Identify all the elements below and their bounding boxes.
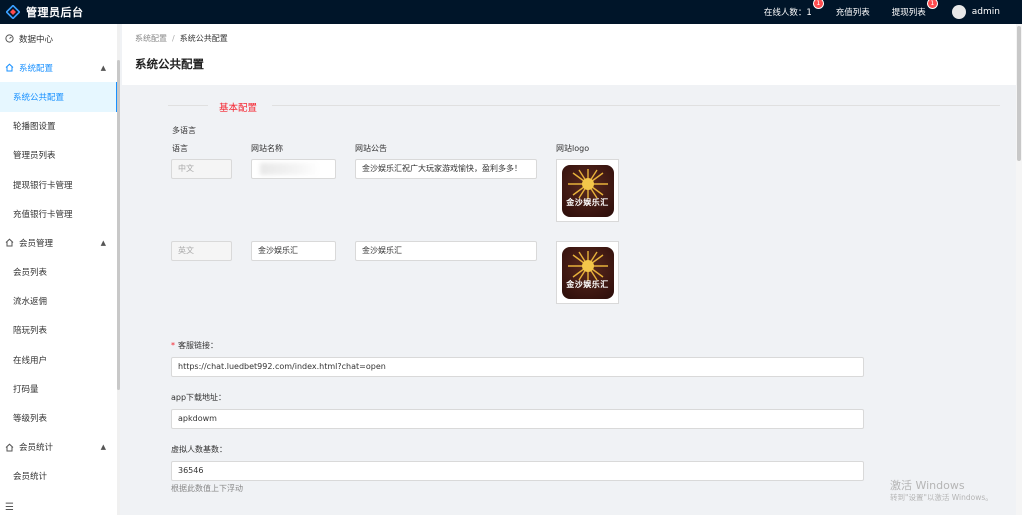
col-notice-header: 网站公告: [355, 144, 387, 153]
chevron-up-icon: ▲: [100, 238, 106, 247]
chevron-up-icon: ▲: [100, 63, 106, 72]
home-icon: [5, 63, 14, 72]
sidebar-item-label: 等级列表: [13, 414, 48, 425]
logo-icon: [6, 5, 20, 19]
sidebar-scrollbar-thumb[interactable]: [117, 60, 120, 390]
online-count[interactable]: 在线人数：1 1: [763, 0, 823, 18]
menu-fold-icon[interactable]: ☰: [5, 502, 14, 513]
breadcrumb-separator: /: [172, 34, 175, 43]
section-divider: [168, 105, 208, 106]
recharge-list-label: 充值列表: [835, 8, 870, 18]
sidebar-item-label: 陪玩列表: [13, 326, 48, 337]
activation-watermark-text: 转到"设置"以激活 Windows。: [890, 493, 993, 502]
site-name-input[interactable]: 金沙娱乐汇: [251, 241, 336, 261]
sidebar-item-data-center[interactable]: 数据中心: [0, 24, 118, 53]
sidebar-item-label: 系统配置: [19, 63, 54, 74]
site-notice-input[interactable]: 金沙娱乐汇祝广大玩家游戏愉快，盈利多多！: [355, 159, 537, 179]
sidebar-group-member-management[interactable]: 会员管理 ▲: [0, 228, 118, 257]
language-field: 中文: [171, 159, 232, 179]
sidebar-item-member-stats[interactable]: 会员统计: [0, 462, 118, 491]
sidebar-item-label: 会员管理: [19, 238, 54, 249]
online-count-label: 在线人数：1: [763, 8, 812, 18]
withdraw-list-link[interactable]: 提现列表 1: [891, 0, 937, 18]
section-title: 基本配置: [219, 103, 258, 114]
breadcrumb-parent[interactable]: 系统配置: [135, 34, 167, 43]
home-icon: [5, 238, 14, 247]
sidebar-item-public-config[interactable]: 系统公共配置: [0, 82, 118, 112]
sidebar-item-withdraw-cards[interactable]: 提现银行卡管理: [0, 170, 118, 199]
online-badge: 1: [813, 0, 823, 8]
sidebar-item-online-users[interactable]: 在线用户: [0, 345, 118, 374]
sidebar-item-carousel[interactable]: 轮播图设置: [0, 112, 118, 141]
sidebar-item-label: 管理员列表: [13, 151, 56, 162]
col-site-name-header: 网站名称: [251, 144, 283, 153]
col-logo-header: 网站logo: [556, 144, 590, 153]
site-logo-upload[interactable]: 金沙娱乐汇: [556, 241, 619, 304]
user-name: admin: [971, 7, 1000, 17]
sidebar: 数据中心 系统配置 ▲ 系统公共配置 轮播图设置 管理员列表 提现银行卡管理 充…: [0, 24, 119, 515]
site-notice-input[interactable]: 金沙娱乐汇: [355, 241, 537, 261]
site-name-input[interactable]: [251, 159, 336, 179]
sidebar-item-label: 充值银行卡管理: [13, 209, 73, 220]
virtual-base-hint: 根据此数值上下浮动: [171, 484, 243, 493]
home-icon: [5, 443, 14, 452]
sidebar-item-member-list[interactable]: 会员列表: [0, 258, 118, 287]
user-menu[interactable]: admin: [951, 5, 1000, 19]
required-asterisk: *: [171, 341, 175, 350]
config-form: 基本配置 多语言 语言 网站名称 网站公告 网站logo 中文 金沙娱乐汇祝广大…: [160, 85, 1020, 515]
multilang-heading: 多语言: [172, 126, 196, 135]
sidebar-item-companion-list[interactable]: 陪玩列表: [0, 316, 118, 345]
sidebar-item-admin-list[interactable]: 管理员列表: [0, 141, 118, 170]
site-logo-upload[interactable]: 金沙娱乐汇: [556, 159, 619, 222]
sidebar-item-label: 打码量: [13, 384, 39, 395]
app-title: 管理员后台: [26, 6, 84, 19]
avatar: [951, 5, 966, 19]
breadcrumb-current: 系统公共配置: [179, 34, 228, 43]
virtual-base-label: 虚拟人数基数：: [171, 445, 227, 454]
sidebar-item-recharge-cards[interactable]: 充值银行卡管理: [0, 199, 118, 228]
page-header: 系统配置 / 系统公共配置 系统公共配置: [122, 24, 1016, 85]
sidebar-item-rebate[interactable]: 流水返佣: [0, 287, 118, 316]
language-field: 英文: [171, 241, 232, 261]
dashboard-icon: [5, 34, 14, 43]
service-link-label-text: 客服链接：: [178, 341, 218, 350]
site-logo-image: 金沙娱乐汇: [561, 164, 614, 217]
sidebar-group-member-stats[interactable]: 会员统计 ▲: [0, 433, 118, 462]
col-language-header: 语言: [172, 144, 188, 153]
sidebar-item-label: 会员统计: [13, 472, 48, 483]
virtual-base-input[interactable]: 36546: [171, 461, 864, 481]
sidebar-item-label: 在线用户: [13, 355, 48, 366]
sidebar-item-label: 轮播图设置: [13, 122, 56, 133]
top-bar: 管理员后台 在线人数：1 1 充值列表 提现列表 1 admin: [0, 0, 1022, 24]
service-link-input[interactable]: https://chat.luedbet992.com/index.html?c…: [171, 357, 864, 377]
service-link-label: * 客服链接：: [171, 340, 218, 351]
page-title: 系统公共配置: [135, 57, 204, 71]
sidebar-item-label: 数据中心: [19, 34, 54, 45]
sidebar-item-label: 提现银行卡管理: [13, 180, 73, 191]
site-logo-text: 金沙娱乐汇: [566, 279, 609, 289]
site-logo-text: 金沙娱乐汇: [566, 197, 609, 207]
app-download-input[interactable]: apkdowm: [171, 409, 864, 429]
sidebar-item-label: 会员统计: [19, 443, 54, 454]
withdraw-badge: 1: [927, 0, 937, 8]
activation-watermark-title: 激活 Windows: [890, 479, 965, 492]
sidebar-group-system-config[interactable]: 系统配置 ▲: [0, 53, 118, 82]
sidebar-item-betting-volume[interactable]: 打码量: [0, 374, 118, 403]
app-logo[interactable]: 管理员后台: [0, 4, 118, 20]
breadcrumb: 系统配置 / 系统公共配置: [135, 33, 228, 44]
section-divider: [272, 105, 1000, 106]
site-logo-image: 金沙娱乐汇: [561, 246, 614, 299]
withdraw-list-label: 提现列表: [891, 8, 926, 18]
redaction-blur: [260, 163, 320, 175]
chevron-up-icon: ▲: [100, 443, 106, 452]
sidebar-item-label: 会员列表: [13, 268, 48, 279]
app-download-label: app下载地址：: [171, 393, 227, 402]
sidebar-item-label: 系统公共配置: [13, 92, 65, 103]
recharge-list-link[interactable]: 充值列表: [836, 6, 870, 18]
sidebar-item-level-list[interactable]: 等级列表: [0, 403, 118, 432]
sidebar-item-label: 流水返佣: [13, 297, 48, 308]
